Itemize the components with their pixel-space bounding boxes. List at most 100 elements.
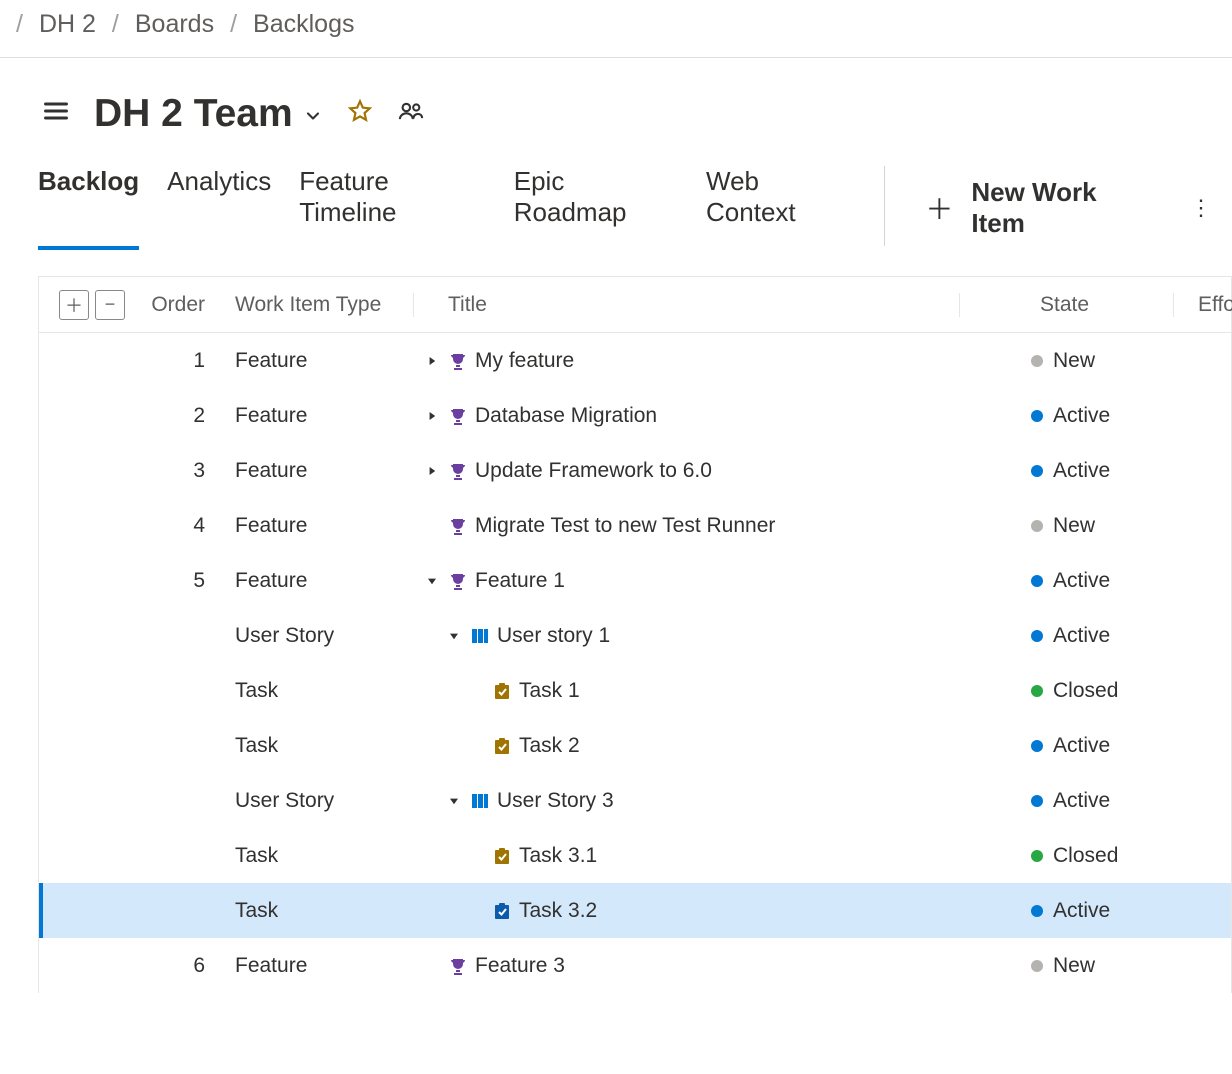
- cell-state: Active: [959, 404, 1173, 428]
- cell-title[interactable]: Task 3.2: [413, 899, 959, 923]
- expand-toggle[interactable]: [417, 408, 447, 424]
- cell-type: Feature: [235, 459, 413, 483]
- tab-backlog[interactable]: Backlog: [38, 166, 139, 250]
- cell-state: New: [959, 349, 1173, 373]
- expand-toggle[interactable]: [417, 573, 447, 589]
- chevron-down-icon: [303, 92, 323, 136]
- cell-title[interactable]: Feature 1: [413, 569, 959, 593]
- state-dot-icon: [1031, 520, 1043, 532]
- work-item-title: Feature 3: [475, 954, 565, 978]
- expand-toggle[interactable]: [439, 793, 469, 809]
- state-label: Closed: [1053, 679, 1118, 703]
- feature-icon: [447, 570, 469, 592]
- state-dot-icon: [1031, 905, 1043, 917]
- tab-web-context[interactable]: Web Context: [706, 166, 850, 250]
- breadcrumb: / DH 2 / Boards / Backlogs: [0, 0, 1232, 58]
- cell-type: Feature: [235, 954, 413, 978]
- cell-type: Feature: [235, 404, 413, 428]
- breadcrumb-item[interactable]: DH 2: [39, 10, 96, 39]
- story-icon: [469, 790, 491, 812]
- work-item-row[interactable]: User StoryUser Story 3Active: [39, 773, 1231, 828]
- team-name: DH 2 Team: [94, 92, 293, 136]
- state-label: Active: [1053, 569, 1110, 593]
- state-label: Active: [1053, 624, 1110, 648]
- col-type[interactable]: Work Item Type: [235, 293, 413, 317]
- collapse-all-button[interactable]: −: [95, 290, 125, 320]
- feature-icon: [447, 350, 469, 372]
- team-title[interactable]: DH 2 Team: [94, 92, 323, 136]
- expand-toggle[interactable]: [417, 463, 447, 479]
- tab-feature-timeline[interactable]: Feature Timeline: [299, 166, 486, 250]
- cell-state: Active: [959, 899, 1173, 923]
- work-item-row[interactable]: 4FeatureMigrate Test to new Test RunnerN…: [39, 498, 1231, 553]
- feature-icon: [447, 955, 469, 977]
- team-members-icon[interactable]: [397, 97, 425, 131]
- work-item-row[interactable]: 5FeatureFeature 1Active: [39, 553, 1231, 608]
- tab-analytics[interactable]: Analytics: [167, 166, 271, 250]
- cell-type: Task: [235, 679, 413, 703]
- cell-title[interactable]: User Story 3: [413, 789, 959, 813]
- state-dot-icon: [1031, 410, 1043, 422]
- expand-toggle[interactable]: [417, 353, 447, 369]
- state-dot-icon: [1031, 630, 1043, 642]
- favorite-star-icon[interactable]: [347, 98, 373, 130]
- work-item-row[interactable]: 1FeatureMy featureNew: [39, 333, 1231, 388]
- cell-title[interactable]: Task 1: [413, 679, 959, 703]
- grid-header: ＋ − Order Work Item Type Title State Eff…: [39, 277, 1231, 333]
- col-order[interactable]: Order: [151, 293, 235, 317]
- work-item-title: Task 1: [519, 679, 580, 703]
- state-dot-icon: [1031, 685, 1043, 697]
- cell-title[interactable]: Update Framework to 6.0: [413, 459, 959, 483]
- state-label: Closed: [1053, 844, 1118, 868]
- work-item-title: Database Migration: [475, 404, 657, 428]
- cell-title[interactable]: My feature: [413, 349, 959, 373]
- work-item-title: My feature: [475, 349, 574, 373]
- new-work-item-button[interactable]: ＋ New Work Item: [925, 177, 1152, 239]
- plus-icon: ＋: [925, 188, 953, 228]
- work-item-title: Task 3.1: [519, 844, 597, 868]
- cell-order: 5: [151, 569, 235, 593]
- cell-title[interactable]: Task 3.1: [413, 844, 959, 868]
- expand-all-button[interactable]: ＋: [59, 290, 89, 320]
- cell-title[interactable]: Migrate Test to new Test Runner: [413, 514, 959, 538]
- cell-title[interactable]: Feature 3: [413, 954, 959, 978]
- work-item-row[interactable]: User StoryUser story 1 Active: [39, 608, 1231, 663]
- cell-state: Active: [959, 569, 1173, 593]
- cell-title[interactable]: Database Migration: [413, 404, 959, 428]
- menu-icon[interactable]: [42, 97, 70, 131]
- expand-toggle[interactable]: [439, 628, 469, 644]
- work-item-title: Migrate Test to new Test Runner: [475, 514, 775, 538]
- cell-type: Task: [235, 844, 413, 868]
- col-state[interactable]: State: [959, 293, 1173, 317]
- state-label: Active: [1053, 899, 1110, 923]
- col-effort[interactable]: Effort: [1173, 293, 1231, 317]
- work-item-row[interactable]: Task Task 1 Closed: [39, 663, 1231, 718]
- state-label: Active: [1053, 404, 1110, 428]
- breadcrumb-item[interactable]: Backlogs: [253, 10, 354, 39]
- work-item-row[interactable]: 6FeatureFeature 3New: [39, 938, 1231, 993]
- breadcrumb-item[interactable]: Boards: [135, 10, 214, 39]
- cell-state: Active: [959, 459, 1173, 483]
- cell-type: User Story: [235, 624, 413, 648]
- cell-type: Task: [235, 899, 413, 923]
- tab-epic-roadmap[interactable]: Epic Roadmap: [514, 166, 678, 250]
- work-item-title: Feature 1: [475, 569, 565, 593]
- state-label: New: [1053, 514, 1095, 538]
- state-label: Active: [1053, 789, 1110, 813]
- tabs: Backlog Analytics Feature Timeline Epic …: [38, 166, 850, 250]
- more-options-icon[interactable]: ⋮: [1190, 195, 1212, 221]
- cell-title[interactable]: Task 2: [413, 734, 959, 758]
- work-item-row[interactable]: 3FeatureUpdate Framework to 6.0Active: [39, 443, 1231, 498]
- work-item-row[interactable]: Task Task 3.1 Closed: [39, 828, 1231, 883]
- state-dot-icon: [1031, 575, 1043, 587]
- work-item-row[interactable]: TaskTask 3.2 Active: [39, 883, 1231, 938]
- cell-type: Feature: [235, 349, 413, 373]
- cell-title[interactable]: User story 1: [413, 624, 959, 648]
- cell-state: Closed: [959, 679, 1173, 703]
- state-dot-icon: [1031, 355, 1043, 367]
- cell-state: Active: [959, 734, 1173, 758]
- col-title[interactable]: Title: [413, 293, 959, 317]
- work-item-row[interactable]: 2FeatureDatabase MigrationActive: [39, 388, 1231, 443]
- work-item-row[interactable]: TaskTask 2Active: [39, 718, 1231, 773]
- task-icon: [491, 845, 513, 867]
